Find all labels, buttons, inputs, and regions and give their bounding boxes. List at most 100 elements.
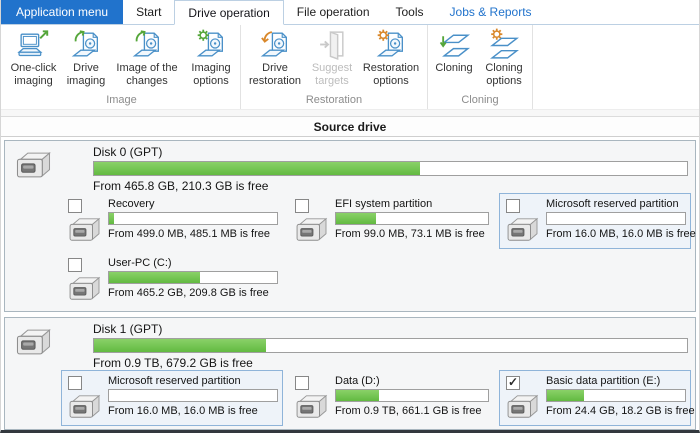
ribbon-group-cloning: Cloning Cloning options Cloning: [428, 25, 533, 109]
partition-title: User-PC (C:): [108, 257, 278, 269]
partition-row: Microsoft reserved partition From 16.0 MB…: [5, 370, 695, 429]
ribbon-group-label: Restoration: [243, 94, 425, 109]
partition-row: RecoveryFrom 499.0 MB, 485.1 MB is free …: [5, 193, 695, 252]
drive-restoration-icon: [259, 28, 292, 61]
source-drive-title: Source drive: [314, 120, 387, 134]
ribbon-button-label: Suggest targets: [308, 62, 356, 88]
partition-checkbox[interactable]: [68, 199, 82, 213]
used-space-bar: [108, 389, 278, 402]
partition-drive-icon: [293, 216, 331, 244]
partition-free-text: From 0.9 TB, 661.1 GB is free: [335, 405, 489, 417]
ribbon-group-label: Cloning: [430, 94, 530, 109]
image-of-changes-icon: [131, 28, 164, 61]
partition-card-data-d[interactable]: Data (D:) From 0.9 TB, 661.1 GB is free: [288, 370, 494, 426]
ribbon-button-label: Image of the changes: [111, 62, 183, 88]
tab-tools[interactable]: Tools: [383, 0, 437, 24]
ribbon-button-cloning[interactable]: Cloning: [430, 26, 478, 77]
partition-card-recovery[interactable]: Recovery From 499.0 MB, 485.1 MB is free: [61, 193, 283, 249]
partition-title: Recovery: [108, 198, 278, 210]
ribbon-button-label: One-click imaging: [6, 62, 61, 88]
partition-title: Basic data partition (E:): [546, 375, 686, 387]
ribbon-button-label: Cloning: [435, 62, 472, 75]
tab-bar: Application menuStartDrive operationFile…: [1, 0, 699, 25]
partition-drive-icon: [66, 275, 104, 303]
partition-drive-icon: [504, 393, 542, 421]
ribbon: One-click imaging Drive imaging Image of…: [1, 25, 699, 109]
disk-title: Disk 1 (GPT): [93, 322, 688, 336]
disk-free-text: From 465.8 GB, 210.3 GB is free: [93, 179, 688, 193]
partition-free-text: From 99.0 MB, 73.1 MB is free: [335, 228, 489, 240]
partition-drive-icon: [66, 393, 104, 421]
source-drive-header: Source drive: [1, 117, 699, 137]
used-space-bar: [335, 389, 489, 402]
partition-checkbox[interactable]: [68, 258, 82, 272]
tab-application-menu[interactable]: Application menu: [1, 0, 123, 24]
ribbon-button-drive-imaging[interactable]: Drive imaging: [62, 26, 110, 90]
partition-checkbox[interactable]: [295, 199, 309, 213]
disk-drive-icon: [13, 327, 55, 358]
ribbon-button-imaging-options[interactable]: Imaging options: [184, 26, 238, 90]
imaging-options-icon: [195, 28, 228, 61]
disk-header[interactable]: Disk 0 (GPT) From 465.8 GB, 210.3 GB is f…: [5, 141, 695, 193]
partition-title: Data (D:): [335, 375, 489, 387]
partition-checkbox[interactable]: [68, 376, 82, 390]
partition-card-basic-data-partition-e[interactable]: Basic data partition (E:) From 24.4 GB, 1…: [499, 370, 691, 426]
partition-card-microsoft-reserved-partition[interactable]: Microsoft reserved partition From 16.0 MB…: [61, 370, 283, 426]
ribbon-button-one-click-imaging[interactable]: One-click imaging: [5, 26, 62, 90]
ribbon-button-restoration-options[interactable]: Restoration options: [357, 26, 425, 90]
disk-free-text: From 0.9 TB, 679.2 GB is free: [93, 356, 688, 370]
used-space-bar: [546, 212, 686, 225]
partition-checkbox[interactable]: [295, 376, 309, 390]
disk-panel-disk-0-gpt: Disk 0 (GPT) From 465.8 GB, 210.3 GB is f…: [4, 140, 696, 312]
disk-header[interactable]: Disk 1 (GPT) From 0.9 TB, 679.2 GB is fre…: [5, 318, 695, 370]
partition-card-microsoft-reserved-partition[interactable]: Microsoft reserved partition From 16.0 MB…: [499, 193, 691, 249]
ribbon-button-label: Cloning options: [479, 62, 529, 88]
ribbon-group-image: One-click imaging Drive imaging Image of…: [3, 25, 241, 109]
used-space-bar: [93, 338, 688, 353]
partition-title: Microsoft reserved partition: [546, 198, 686, 210]
partition-title: Microsoft reserved partition: [108, 375, 278, 387]
partition-card-efi-system-partition[interactable]: EFI system partition From 99.0 MB, 73.1 M…: [288, 193, 494, 249]
ribbon-button-label: Drive imaging: [63, 62, 109, 88]
ribbon-button-drive-restoration[interactable]: Drive restoration: [243, 26, 307, 90]
partition-drive-icon: [293, 393, 331, 421]
disk-list: Disk 0 (GPT) From 465.8 GB, 210.3 GB is f…: [1, 137, 699, 430]
partition-free-text: From 24.4 GB, 18.2 GB is free: [546, 405, 686, 417]
partition-free-text: From 16.0 MB, 16.0 MB is free: [108, 405, 278, 417]
used-space-bar: [108, 271, 278, 284]
partition-checkbox[interactable]: [506, 376, 520, 390]
used-space-fill: [94, 339, 266, 352]
disk-panel-disk-1-gpt: Disk 1 (GPT) From 0.9 TB, 679.2 GB is fre…: [4, 317, 696, 430]
partition-checkbox[interactable]: [506, 199, 520, 213]
ribbon-button-label: Drive restoration: [244, 62, 306, 88]
used-space-fill: [336, 390, 379, 401]
partition-free-text: From 499.0 MB, 485.1 MB is free: [108, 228, 278, 240]
ribbon-button-image-of-the-changes[interactable]: Image of the changes: [110, 26, 184, 90]
disk-title: Disk 0 (GPT): [93, 145, 688, 159]
ribbon-button-cloning-options[interactable]: Cloning options: [478, 26, 530, 90]
partition-card-user-pc-c[interactable]: User-PC (C:) From 465.2 GB, 209.8 GB is f…: [61, 252, 283, 308]
drive-imaging-icon: [70, 28, 103, 61]
tab-jobs-reports[interactable]: Jobs & Reports: [437, 0, 545, 24]
partition-title: EFI system partition: [335, 198, 489, 210]
used-space-fill: [109, 213, 114, 224]
tab-drive-operation[interactable]: Drive operation: [174, 0, 283, 25]
used-space-fill: [94, 162, 420, 175]
ribbon-splitter: [1, 109, 699, 117]
partition-row: User-PC (C:) From 465.2 GB, 209.8 GB is f…: [5, 252, 695, 311]
used-space-fill: [547, 390, 584, 401]
partition-free-text: From 465.2 GB, 209.8 GB is free: [108, 287, 278, 299]
partition-drive-icon: [66, 216, 104, 244]
ribbon-button-suggest-targets[interactable]: Suggest targets: [307, 26, 357, 90]
tab-file-operation[interactable]: File operation: [284, 0, 383, 24]
one-click-imaging-icon: [17, 28, 50, 61]
ribbon-group-label: Image: [5, 94, 238, 109]
disk-drive-icon: [13, 150, 55, 181]
partition-free-text: From 16.0 MB, 16.0 MB is free: [546, 228, 686, 240]
cloning-options-icon: [488, 28, 521, 61]
cloning-icon: [438, 28, 471, 61]
suggest-targets-icon: [316, 28, 349, 61]
used-space-fill: [109, 272, 200, 283]
ribbon-group-restoration: Drive restoration Suggest targets Restor…: [241, 25, 428, 109]
tab-start[interactable]: Start: [123, 0, 174, 24]
